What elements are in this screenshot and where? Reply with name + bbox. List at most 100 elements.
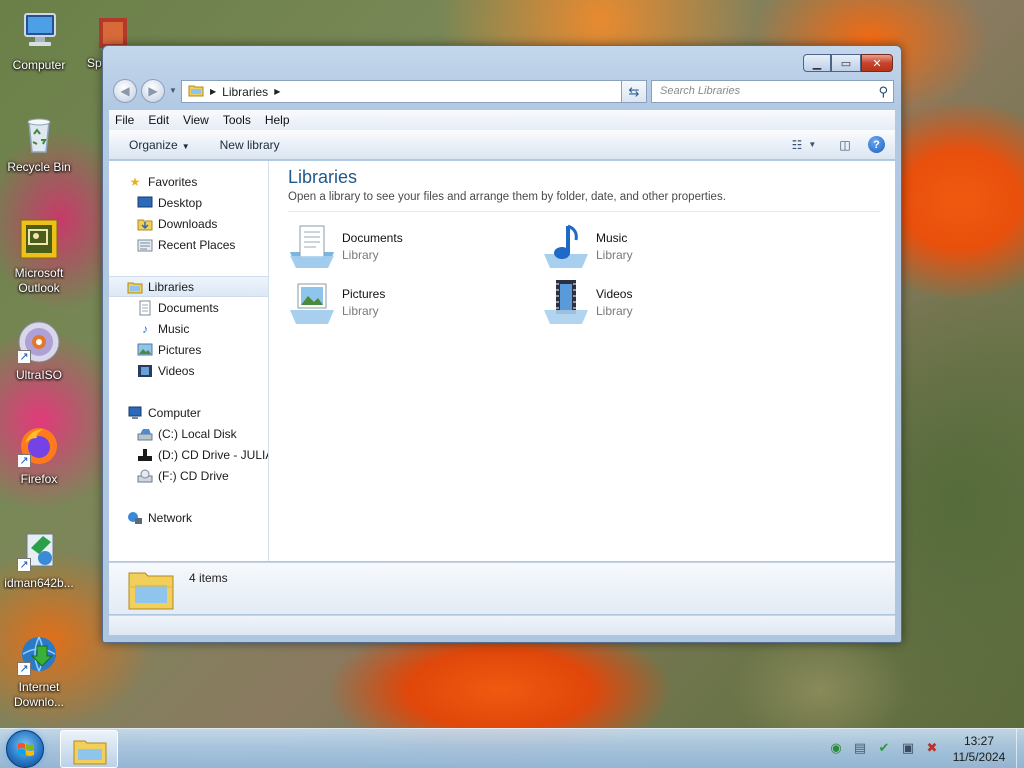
search-icon[interactable]: ⚲ (878, 81, 888, 102)
library-name: Documents (342, 230, 403, 245)
nav-downloads[interactable]: Downloads (109, 213, 268, 234)
menu-tools[interactable]: Tools (223, 113, 251, 127)
library-name: Pictures (342, 286, 386, 301)
close-button[interactable]: ✕ (861, 54, 893, 72)
library-music[interactable]: Music Library (542, 220, 782, 272)
menu-bar: File Edit View Tools Help (109, 110, 895, 130)
nav-favorites[interactable]: ★ Favorites (109, 171, 268, 192)
desktop-icon-label: idman642b... (4, 576, 74, 590)
back-button[interactable]: ◀ (113, 79, 137, 103)
organize-button[interactable]: Organize ▼ (123, 138, 196, 152)
library-type: Library (342, 247, 379, 262)
desktop-icon-computer[interactable]: Computer (1, 10, 77, 73)
maximize-button[interactable]: ▭ (831, 54, 861, 72)
details-pane: 4 items (109, 562, 895, 614)
nav-recent-places[interactable]: Recent Places (109, 234, 268, 255)
desktop-icon-idm[interactable]: ↗ Internet Downlo... (1, 632, 77, 710)
library-pictures[interactable]: Pictures Library (288, 276, 528, 328)
nav-music[interactable]: ♪ Music (109, 318, 268, 339)
music-library-icon (542, 222, 590, 270)
desktop-icon-label: Firefox (20, 472, 58, 486)
libraries-large-icon (127, 567, 175, 614)
nav-label: Documents (158, 300, 219, 315)
nav-label: Recent Places (158, 237, 236, 252)
nav-label: Desktop (158, 195, 203, 210)
address-bar[interactable]: ▶ Libraries ▶ ▼ (181, 80, 645, 103)
clock-date: 11/5/2024 (952, 750, 1006, 764)
refresh-button[interactable]: ⇆ (621, 80, 647, 103)
search-placeholder: Search Libraries (660, 85, 741, 97)
nav-label: (C:) Local Disk (158, 426, 237, 441)
menu-help[interactable]: Help (265, 113, 290, 127)
show-desktop-button[interactable] (1016, 729, 1024, 768)
nav-d-drive[interactable]: (D:) CD Drive - JULIA (109, 444, 268, 465)
desktop-icon-recycle-bin[interactable]: Recycle Bin (1, 112, 77, 175)
forward-button[interactable]: ▶ (141, 79, 165, 103)
forward-arrow-icon: ▶ (148, 84, 158, 98)
nav-libraries[interactable]: Libraries (109, 276, 268, 297)
library-name: Music (596, 230, 628, 245)
desktop-icon-label: Microsoft Outlook (14, 266, 64, 295)
clock[interactable]: 13:27 11/5/2024 (944, 733, 1014, 765)
nav-network[interactable]: Network (109, 507, 268, 528)
item-count: 4 items (189, 571, 228, 585)
system-tray: ◉ ▤ ✔ ▣ ✖ (828, 740, 940, 756)
libraries-view: Libraries Open a library to see your fil… (270, 161, 895, 561)
content-area: ★ Favorites Desktop Downloads Recent Pla… (109, 161, 895, 561)
breadcrumb-libraries[interactable]: Libraries (222, 85, 268, 99)
preview-pane-button[interactable]: ◫ (836, 137, 854, 153)
help-icon[interactable]: ? (868, 136, 885, 153)
desktop-icon-idman[interactable]: ↗ idman642b... (1, 528, 77, 591)
menu-edit[interactable]: Edit (148, 113, 169, 127)
cd-drive-icon (137, 447, 153, 463)
nav-label: Network (148, 510, 193, 525)
pictures-icon (137, 342, 153, 358)
chevron-down-icon: ▼ (181, 141, 190, 151)
preview-pane-icon: ◫ (839, 137, 851, 152)
explorer-window[interactable]: ▁ ▭ ✕ ◀ ▶ ▼ ▶ Libraries ▶ ▼ ⇆ Search Lib… (102, 45, 902, 643)
nav-pictures[interactable]: Pictures (109, 339, 268, 360)
breadcrumb-chevron-icon[interactable]: ▶ (274, 87, 280, 96)
nav-label: Libraries (148, 279, 195, 294)
nav-label: Videos (158, 363, 195, 378)
desktop-icon-label: Recycle Bin (7, 160, 71, 174)
toolbar-right: ☷ ▼ ◫ ? (786, 136, 885, 153)
menu-file[interactable]: File (115, 113, 134, 127)
desktop-icon-label: UltraISO (15, 368, 62, 382)
network-globe-icon[interactable]: ◉ (828, 740, 844, 756)
nav-f-drive[interactable]: (F:) CD Drive (109, 465, 268, 486)
status-bar (109, 615, 895, 635)
change-view-button[interactable]: ☷ ▼ (786, 137, 822, 153)
taskbar-explorer-button[interactable] (60, 730, 118, 768)
nav-label: Pictures (158, 342, 202, 357)
new-library-button[interactable]: New library (214, 138, 286, 152)
nav-computer[interactable]: Computer (109, 402, 268, 423)
videos-library-icon (542, 278, 590, 326)
network-connection-icon[interactable]: ▣ (900, 740, 916, 756)
breadcrumb-chevron-icon[interactable]: ▶ (210, 87, 216, 96)
library-documents[interactable]: Documents Library (288, 220, 528, 272)
security-shield-icon[interactable]: ✔ (876, 740, 892, 756)
navigation-pane[interactable]: ★ Favorites Desktop Downloads Recent Pla… (109, 161, 269, 561)
desktop-icon-ultraiso[interactable]: ↗ UltraISO (1, 320, 77, 383)
nav-desktop[interactable]: Desktop (109, 192, 268, 213)
menu-view[interactable]: View (183, 113, 209, 127)
shortcut-arrow-icon: ↗ (17, 454, 31, 468)
back-arrow-icon: ◀ (120, 84, 130, 98)
desktop-icon-firefox[interactable]: ↗ Firefox (1, 424, 77, 487)
installer-icon: ↗ (17, 528, 61, 572)
desktop-icon-outlook[interactable]: Microsoft Outlook (1, 218, 77, 296)
nav-c-drive[interactable]: (C:) Local Disk (109, 423, 268, 444)
cd-drive-icon (137, 468, 153, 484)
recent-pages-dropdown[interactable]: ▼ (169, 86, 177, 95)
videos-icon (137, 363, 153, 379)
start-button[interactable] (6, 730, 44, 768)
volume-muted-icon[interactable]: ✖ (924, 740, 940, 756)
nav-videos[interactable]: Videos (109, 360, 268, 381)
minimize-button[interactable]: ▁ (803, 54, 831, 72)
library-type: Library (596, 303, 633, 318)
nav-documents[interactable]: Documents (109, 297, 268, 318)
usb-device-icon[interactable]: ▤ (852, 740, 868, 756)
search-input[interactable]: Search Libraries ⚲ (651, 80, 894, 103)
library-videos[interactable]: Videos Library (542, 276, 782, 328)
